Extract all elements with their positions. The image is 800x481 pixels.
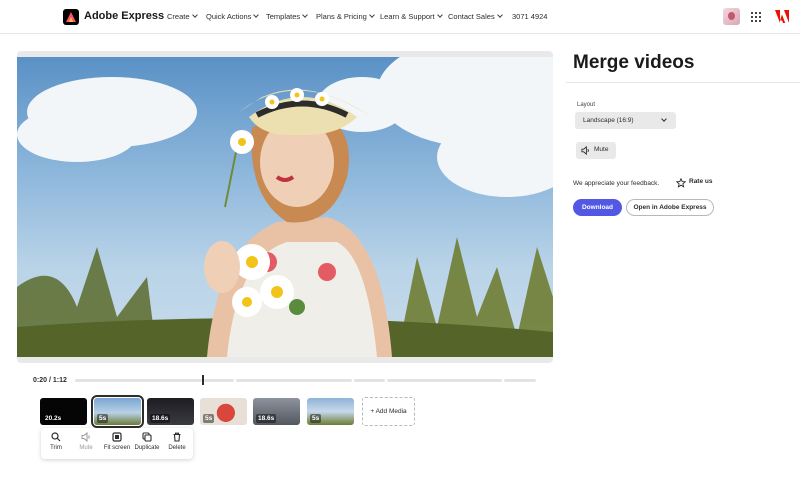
open-in-adobe-express-button[interactable]: Open in Adobe Express — [626, 199, 714, 216]
timeline-segment[interactable] — [204, 379, 234, 382]
clip-duration: 18.6s — [150, 414, 171, 423]
video-preview-stage — [17, 51, 553, 363]
chevron-down-icon — [369, 12, 375, 18]
star-icon — [676, 178, 686, 188]
mute-label: Mute — [594, 146, 609, 153]
chevron-down-icon — [302, 12, 309, 18]
chevron-down-icon — [191, 12, 198, 18]
nav-templates[interactable]: Templates — [266, 12, 309, 21]
clip-thumbnail[interactable]: 5s — [200, 398, 247, 425]
chevron-down-icon — [661, 116, 667, 122]
clip-thumbnail[interactable]: 5s — [307, 398, 354, 425]
mute-clip-label: Mute — [79, 445, 93, 451]
timeline-playhead[interactable] — [202, 375, 204, 385]
user-avatar[interactable] — [723, 8, 740, 25]
clip-thumbnail-selected[interactable]: 5s — [91, 395, 144, 428]
trim-button[interactable]: Trim — [41, 432, 71, 451]
rate-us-label: Rate us — [689, 178, 713, 185]
clip-duration: 5s — [203, 414, 215, 423]
phone-number[interactable]: 3071 4924 — [512, 12, 547, 21]
trim-label: Trim — [50, 445, 62, 451]
nav-create-label: Create — [167, 12, 190, 21]
adobe-express-logo-icon[interactable] — [63, 9, 79, 25]
nav-learn-support[interactable]: Learn & Support — [380, 12, 443, 21]
speaker-icon — [81, 432, 90, 442]
nav-create[interactable]: Create — [167, 12, 198, 21]
nav-plans-pricing[interactable]: Plans & Pricing — [316, 12, 375, 21]
total-time: 1:12 — [52, 377, 67, 384]
duplicate-icon — [142, 432, 152, 442]
download-button[interactable]: Download — [573, 199, 622, 216]
clip-thumbnail[interactable]: 18.6s — [253, 398, 300, 425]
nav-quick-actions[interactable]: Quick Actions — [206, 12, 260, 21]
video-preview[interactable] — [17, 57, 553, 357]
nav-quick-actions-label: Quick Actions — [206, 12, 252, 21]
delete-button[interactable]: Delete — [162, 432, 192, 451]
mute-clip-button[interactable]: Mute — [71, 432, 101, 451]
clip-action-toolbar: Trim Mute Fit screen Duplicate Delete — [41, 428, 193, 459]
clip-duration: 5s — [310, 414, 322, 423]
nav-plans-pricing-label: Plans & Pricing — [316, 12, 367, 21]
playback-time: 0:20 / 1:12 — [33, 377, 67, 384]
duplicate-button[interactable]: Duplicate — [132, 432, 162, 451]
current-time: 0:20 — [33, 377, 48, 384]
layout-select[interactable]: Landscape (16:9) — [575, 112, 676, 129]
fit-screen-button[interactable]: Fit screen — [102, 432, 132, 451]
timeline-segment[interactable] — [387, 379, 502, 382]
top-navigation-bar: Adobe Express Create Quick Actions Templ… — [0, 0, 800, 34]
apps-grid-icon[interactable] — [751, 12, 761, 22]
timeline-segment[interactable] — [504, 379, 536, 382]
fit-screen-label: Fit screen — [103, 445, 131, 451]
panel-divider — [566, 82, 800, 83]
page-title: Merge videos — [573, 52, 695, 73]
brand-name[interactable]: Adobe Express — [84, 10, 164, 22]
adobe-logo-icon[interactable] — [775, 10, 789, 23]
timeline-segment[interactable] — [354, 379, 385, 382]
nav-learn-support-label: Learn & Support — [380, 12, 435, 21]
layout-label: Layout — [577, 102, 596, 108]
delete-label: Delete — [168, 445, 186, 451]
time-separator: / — [48, 377, 51, 384]
nav-contact-sales-label: Contact Sales — [448, 12, 495, 21]
fit-screen-icon — [112, 432, 122, 442]
mute-button[interactable]: Mute — [576, 142, 616, 159]
speaker-icon — [581, 146, 589, 155]
clip-thumbnail[interactable]: 20.2s — [40, 398, 87, 425]
duplicate-label: Duplicate — [134, 445, 160, 451]
timeline-played-segment[interactable] — [75, 379, 202, 382]
rate-us-button[interactable]: Rate us — [676, 178, 713, 188]
chevron-down-icon — [436, 12, 443, 18]
clip-duration: 5s — [97, 414, 109, 423]
nav-contact-sales[interactable]: Contact Sales — [448, 12, 503, 21]
clip-duration: 20.2s — [43, 414, 64, 423]
chevron-down-icon — [253, 12, 260, 18]
trash-icon — [173, 432, 181, 442]
trim-icon — [51, 432, 61, 442]
layout-select-value: Landscape (16:9) — [583, 117, 634, 124]
timeline-segment[interactable] — [236, 379, 352, 382]
nav-templates-label: Templates — [266, 12, 301, 21]
chevron-down-icon — [496, 12, 503, 18]
clip-thumbnail[interactable]: 18.6s — [147, 398, 194, 425]
feedback-text: We appreciate your feedback. — [573, 180, 660, 187]
clip-duration: 18.6s — [256, 414, 277, 423]
add-media-button[interactable]: + Add Media — [362, 397, 415, 426]
